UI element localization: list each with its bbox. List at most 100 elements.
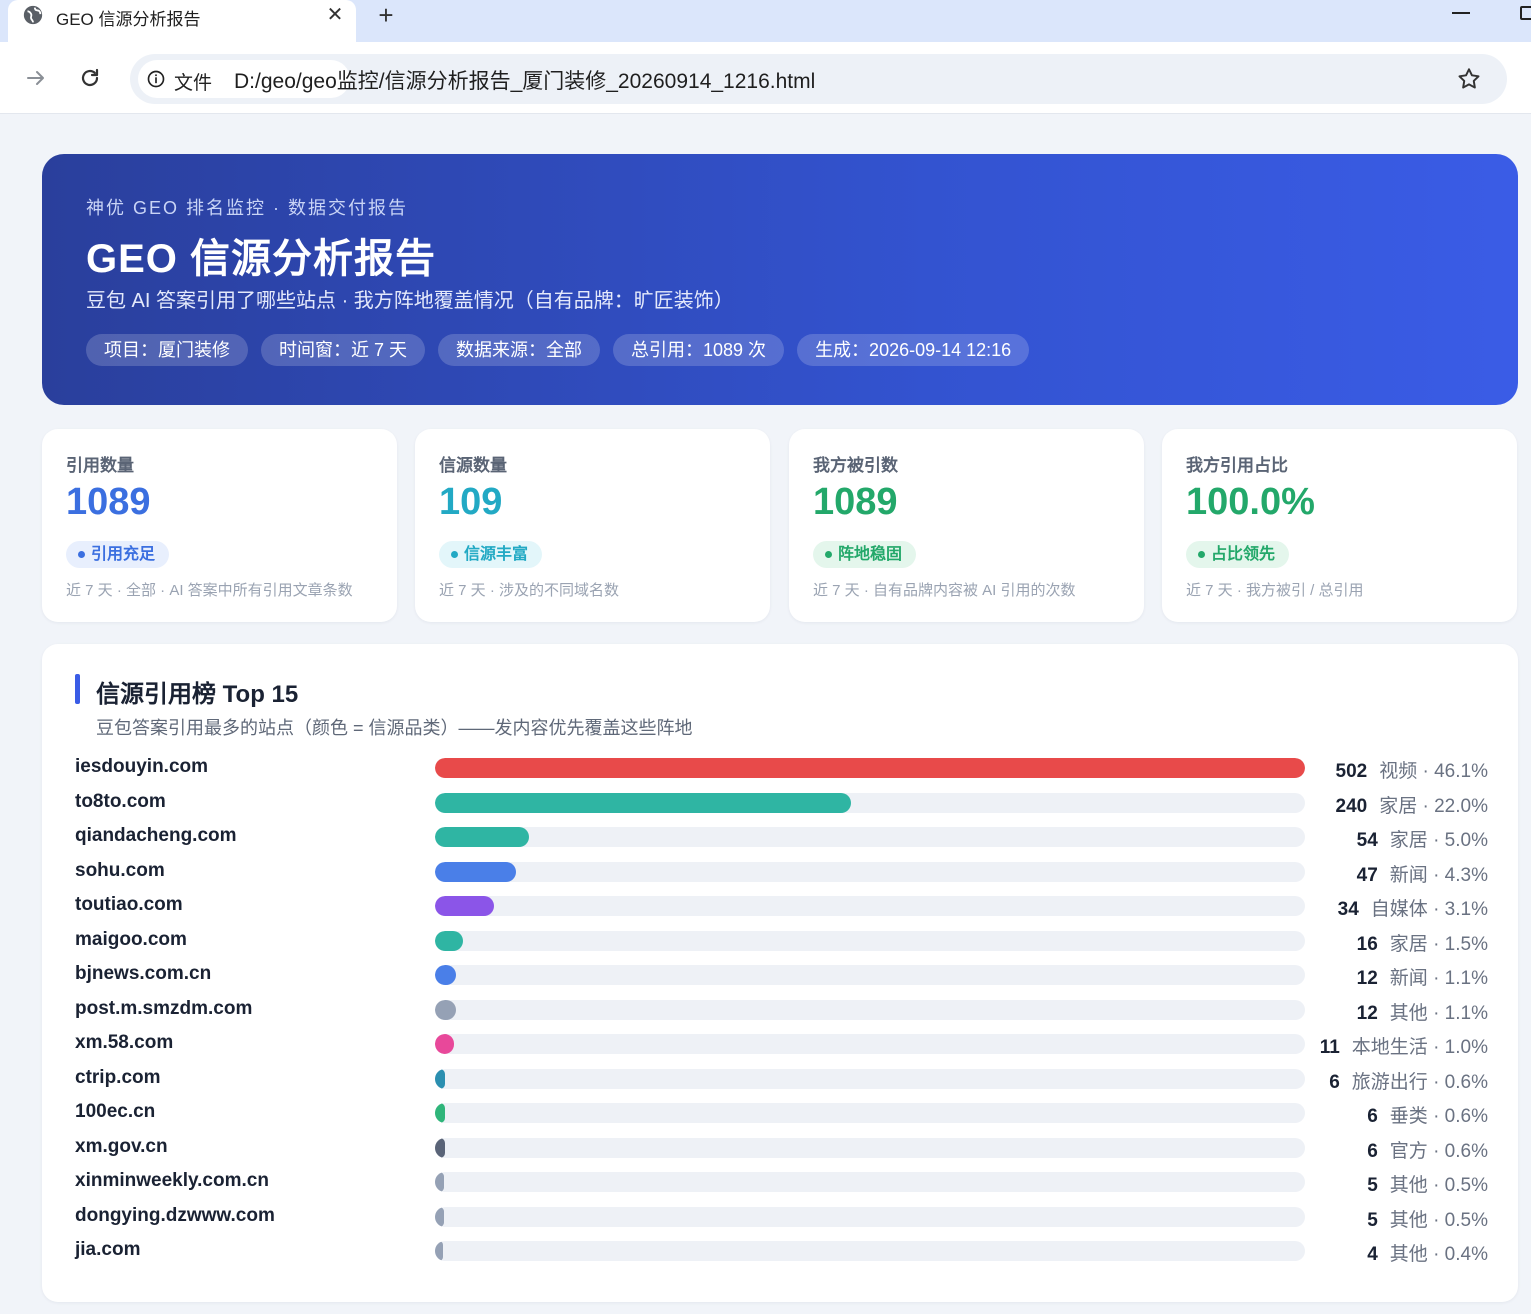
bar-track [435, 792, 1305, 813]
bar-fill [435, 1241, 443, 1261]
row-meta: 5 其他 · 0.5% [1268, 1205, 1488, 1232]
row-domain: jia.com [75, 1239, 141, 1260]
bar-track [435, 1137, 1305, 1158]
bar-fill [435, 1137, 445, 1158]
bar-fill [435, 1068, 445, 1089]
kpi-value: 109 [439, 481, 503, 523]
row-count: 4 [1367, 1244, 1378, 1265]
pill-total-citations: 总引用：1089 次 [613, 334, 785, 366]
table-row: toutiao.com 34 自媒体 · 3.1% [42, 892, 1518, 922]
bar-fill [435, 1034, 454, 1054]
info-icon [147, 70, 165, 88]
row-meta: 240 家居 · 22.0% [1268, 791, 1488, 818]
row-meta: 12 其他 · 1.1% [1268, 998, 1488, 1025]
source-ranking-panel: 信源引用榜 Top 15 豆包答案引用最多的站点（颜色 = 信源品类）——发内容… [42, 644, 1518, 1302]
section-title: 信源引用榜 Top 15 [96, 681, 299, 708]
forward-arrow-icon[interactable] [24, 66, 48, 90]
badge-dot-icon [78, 551, 85, 558]
row-category-share: 本地生活 · 1.0% [1351, 1037, 1488, 1058]
row-meta: 47 新闻 · 4.3% [1268, 860, 1488, 887]
bar-fill [435, 1206, 444, 1227]
reload-icon[interactable] [78, 66, 102, 90]
row-count: 5 [1367, 1209, 1378, 1231]
row-domain: xinminweekly.com.cn [75, 1170, 269, 1191]
row-category-share: 家居 · 22.0% [1379, 795, 1488, 817]
badge-dot-icon [1198, 551, 1205, 558]
kpi-note: 近 7 天 · 自有品牌内容被 AI 引用的次数 [813, 582, 1076, 599]
kpi-badge: 信源丰富 [439, 541, 543, 568]
section-subtitle: 豆包答案引用最多的站点（颜色 = 信源品类）——发内容优先覆盖这些阵地 [96, 718, 693, 738]
browser-toolbar: 文件 D:/geo/geo监控/信源分析报告_厦门装修_20260914_121… [0, 42, 1531, 114]
tab-close-icon[interactable]: ✕ [324, 2, 346, 27]
bar-fill [435, 861, 516, 882]
file-chip-label: 文件 [174, 73, 213, 94]
bar-track [435, 1103, 1305, 1123]
kpi-label: 我方被引数 [813, 456, 898, 475]
table-row: 100ec.cn 6 垂类 · 0.6% [42, 1099, 1518, 1129]
bar-fill [435, 827, 529, 847]
row-count: 16 [1356, 933, 1378, 955]
pill-time-window: 时间窗：近 7 天 [261, 334, 426, 366]
kpi-label: 信源数量 [439, 456, 507, 475]
table-row: ctrip.com 6 旅游出行 · 0.6% [42, 1065, 1518, 1095]
row-domain: maigoo.com [75, 928, 187, 950]
meta-pills: 项目：厦门装修 时间窗：近 7 天 数据来源：全部 总引用：1089 次 生成：… [86, 334, 1030, 366]
kpi-badge-text: 阵地稳固 [838, 546, 903, 563]
row-domain: post.m.smzdm.com [75, 997, 253, 1019]
row-category-share: 新闻 · 4.3% [1389, 864, 1488, 886]
row-category-share: 家居 · 1.5% [1389, 933, 1488, 955]
pill-generated-at: 生成：2026-09-14 12:16 [797, 334, 1030, 366]
kpi-badge-text: 占比领先 [1211, 546, 1276, 563]
row-meta: 4 其他 · 0.4% [1268, 1239, 1488, 1266]
bar-fill [435, 896, 494, 916]
kpi-value: 1089 [66, 481, 151, 523]
bar-fill [435, 1103, 445, 1123]
row-meta: 54 家居 · 5.0% [1268, 825, 1488, 852]
report-eyebrow: 神优 GEO 排名监控 · 数据交付报告 [86, 198, 409, 218]
bar-track [435, 827, 1305, 847]
row-count: 11 [1319, 1037, 1340, 1058]
row-category-share: 新闻 · 1.1% [1389, 968, 1488, 989]
bar-fill [435, 1172, 444, 1192]
row-category-share: 自媒体 · 3.1% [1370, 899, 1488, 920]
row-count: 6 [1367, 1106, 1378, 1127]
row-count: 6 [1367, 1140, 1378, 1162]
bar-fill [435, 999, 456, 1020]
row-domain: sohu.com [75, 859, 165, 881]
address-bar[interactable]: 文件 D:/geo/geo监控/信源分析报告_厦门装修_20260914_121… [130, 54, 1507, 104]
kpi-value: 1089 [813, 481, 898, 523]
table-row: xm.58.com 11 本地生活 · 1.0% [42, 1030, 1518, 1060]
row-category-share: 家居 · 5.0% [1389, 830, 1488, 851]
row-domain: iesdouyin.com [75, 756, 209, 777]
pill-project: 项目：厦门装修 [86, 334, 248, 366]
report-subtitle: 豆包 AI 答案引用了哪些站点 · 我方阵地覆盖情况（自有品牌：旷匠装饰） [86, 290, 734, 312]
table-row: xm.gov.cn 6 官方 · 0.6% [42, 1134, 1518, 1164]
row-count: 34 [1337, 899, 1359, 920]
row-category-share: 垂类 · 0.6% [1389, 1106, 1488, 1127]
kpi-note: 近 7 天 · 全部 · AI 答案中所有引用文章条数 [66, 582, 353, 599]
table-row: bjnews.com.cn 12 新闻 · 1.1% [42, 961, 1518, 991]
bookmark-star-icon[interactable] [1456, 66, 1482, 92]
maximize-icon[interactable] [1520, 6, 1531, 20]
table-row: jia.com 4 其他 · 0.4% [42, 1237, 1518, 1267]
page-title: GEO 信源分析报告 [86, 237, 437, 281]
new-tab-icon[interactable]: + [374, 0, 398, 31]
row-count: 47 [1356, 864, 1378, 886]
table-row: qiandacheng.com 54 家居 · 5.0% [42, 823, 1518, 853]
row-count: 54 [1356, 830, 1378, 851]
bar-fill [435, 758, 1305, 778]
browser-tab[interactable]: GEO 信源分析报告 ✕ [8, 0, 356, 42]
row-category-share: 其他 · 0.5% [1389, 1209, 1488, 1231]
bar-fill [435, 792, 851, 813]
bar-track [435, 965, 1305, 985]
tab-strip: GEO 信源分析报告 ✕ + [0, 0, 1531, 42]
minimize-icon[interactable] [1452, 12, 1470, 14]
kpi-badge-text: 引用充足 [91, 546, 156, 563]
row-meta: 6 官方 · 0.6% [1268, 1136, 1488, 1163]
bar-track [435, 861, 1305, 882]
url-text[interactable]: D:/geo/geo监控/信源分析报告_厦门装修_20260914_1216.h… [234, 65, 815, 95]
bar-track [435, 1206, 1305, 1227]
row-meta: 16 家居 · 1.5% [1268, 929, 1488, 956]
bar-fill [435, 930, 463, 951]
row-meta: 6 垂类 · 0.6% [1268, 1101, 1488, 1128]
